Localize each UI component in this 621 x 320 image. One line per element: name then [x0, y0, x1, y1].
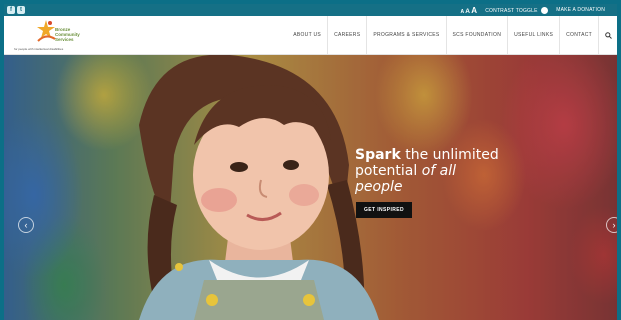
- facebook-icon[interactable]: f: [7, 6, 15, 14]
- headline-line2b: of all: [421, 163, 457, 179]
- headline-bold: Spark: [355, 147, 401, 163]
- hero-slider: Spark the unlimited potential of all peo…: [4, 55, 617, 320]
- chevron-left-icon: ‹: [24, 220, 28, 230]
- donate-link[interactable]: MAKE A DONATION: [556, 7, 605, 13]
- social-links: f t: [7, 6, 25, 14]
- nav-scs-foundation[interactable]: SCS FOUNDATION: [445, 16, 508, 54]
- font-size-small-button[interactable]: A: [460, 9, 464, 15]
- twitter-icon[interactable]: t: [17, 6, 25, 14]
- font-size-medium-button[interactable]: A: [465, 8, 470, 15]
- contrast-icon: [541, 6, 549, 14]
- font-size-large-button[interactable]: A: [471, 6, 477, 15]
- top-bar-actions: A A A CONTRAST TOGGLE MAKE A DONATION: [460, 4, 605, 16]
- nav-about-us[interactable]: ABOUT US: [287, 16, 327, 54]
- hero-photo-girl: [139, 55, 379, 320]
- toggle-label: TOGGLE: [515, 7, 538, 14]
- headline-line2a: potential: [355, 163, 422, 179]
- logo-tagline: for people with intellectual disabilitie…: [14, 47, 64, 51]
- logo[interactable]: Bronze Community Services for people wit…: [8, 19, 98, 51]
- get-inspired-button[interactable]: GET INSPIRED: [356, 202, 412, 218]
- hero-headline: Spark the unlimited potential of all peo…: [355, 147, 499, 195]
- logo-name-line3: Services: [55, 37, 74, 42]
- font-size-controls: A A A: [460, 6, 477, 15]
- search-button[interactable]: [598, 16, 617, 54]
- page-frame: f t A A A CONTRAST TOGGLE MAKE A DONATIO…: [4, 4, 617, 320]
- logo-name: Bronze Community Services: [55, 27, 80, 42]
- main-nav: ABOUT US CAREERS PROGRAMS & SERVICES SCS…: [287, 16, 617, 54]
- slider-prev-button[interactable]: ‹: [18, 217, 34, 233]
- contrast-toggle[interactable]: CONTRAST TOGGLE: [485, 6, 549, 14]
- star-logo-icon: [37, 20, 56, 42]
- chevron-right-icon: ›: [612, 220, 616, 230]
- nav-useful-links[interactable]: USEFUL LINKS: [507, 16, 559, 54]
- nav-contact[interactable]: CONTACT: [559, 16, 598, 54]
- headline-line3: people: [355, 179, 403, 195]
- contrast-label: CONTRAST: [485, 7, 515, 14]
- nav-careers[interactable]: CAREERS: [327, 16, 366, 54]
- nav-programs-services[interactable]: PROGRAMS & SERVICES: [366, 16, 445, 54]
- search-icon: [604, 31, 612, 39]
- site-header: Bronze Community Services for people wit…: [4, 16, 617, 55]
- top-bar: f t A A A CONTRAST TOGGLE MAKE A DONATIO…: [4, 4, 617, 16]
- slider-next-button[interactable]: ›: [606, 217, 617, 233]
- headline-rest: the unlimited: [400, 147, 499, 163]
